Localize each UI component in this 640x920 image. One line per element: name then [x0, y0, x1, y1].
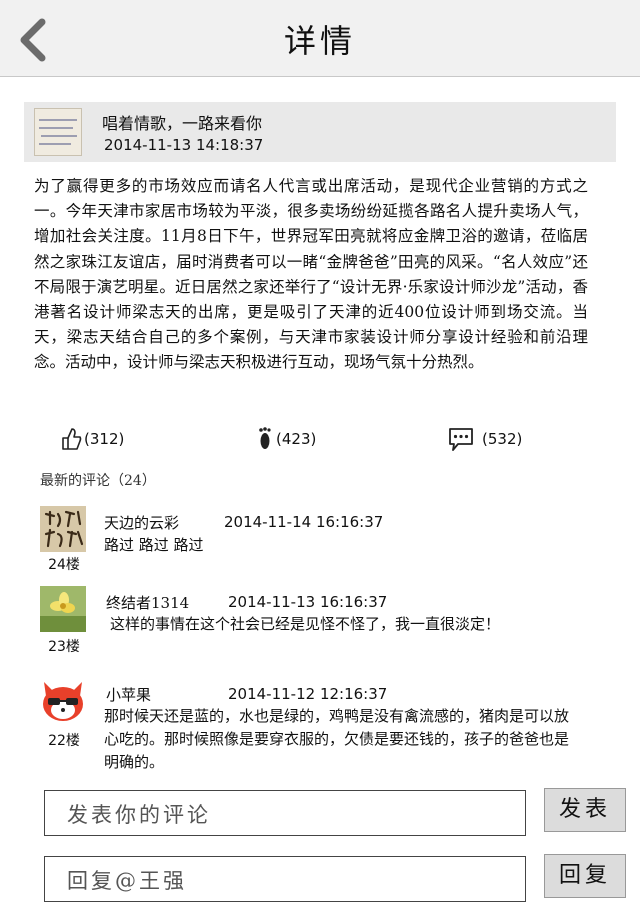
commenter-avatar[interactable] [40, 586, 86, 632]
commenter-avatar[interactable] [40, 506, 86, 552]
footprint-button[interactable]: (423) [256, 424, 316, 454]
comment-time: 2014-11-14 16:16:37 [224, 513, 384, 531]
comment-count: (532) [482, 430, 523, 448]
comment-text: 路过 路过 路过 [104, 536, 204, 554]
author-avatar[interactable] [34, 108, 82, 156]
post-author[interactable]: 唱着情歌，一路来看你 [102, 110, 262, 134]
comment-text: 这样的事情在这个社会已经是见怪不怪了，我一直很淡定！ [110, 615, 501, 633]
article-body: 为了赢得更多的市场效应而请名人代言或出席活动，是现代企业营销的方式之一。今年天津… [34, 177, 588, 372]
like-button[interactable]: (312) [60, 424, 124, 454]
comment-item: 24楼 天边的云彩 2014-11-14 16:16:37 路过 路过 路过 [0, 506, 640, 576]
thumbs-up-icon [62, 428, 82, 450]
fox-avatar-icon [40, 678, 86, 724]
comment-text: 那时候天还是蓝的，水也是绿的，鸡鸭是没有禽流感的，猪肉是可以放心吃的。那时候照像… [104, 707, 570, 771]
comment-time: 2014-11-13 16:16:37 [228, 593, 388, 611]
comment-user[interactable]: 天边的云彩 [104, 512, 179, 533]
comment-user[interactable]: 小苹果 [106, 684, 151, 705]
comment-floor: 22楼 [48, 733, 80, 749]
footprint-count: (423) [276, 430, 317, 448]
stats-bar: (312) (423) (532) [0, 424, 640, 458]
post-time: 2014-11-13 14:18:37 [104, 136, 264, 154]
page-title: 详情 [283, 22, 356, 60]
comments-heading: 最新的评论（24） [40, 473, 156, 489]
comment-floor: 23楼 [48, 639, 80, 655]
flower-avatar-icon [40, 586, 86, 632]
post-header: 唱着情歌，一路来看你 2014-11-13 14:18:37 [24, 102, 616, 162]
comment-item: 22楼 小苹果 2014-11-12 12:16:37 那时候天还是蓝的，水也是… [0, 678, 640, 771]
comment-count-button[interactable]: (532) [448, 424, 522, 454]
commenter-avatar[interactable] [40, 678, 86, 724]
comment-time: 2014-11-12 12:16:37 [228, 685, 388, 703]
submit-comment-button[interactable]: 发表 [544, 788, 626, 832]
comment-bubble-icon [449, 428, 473, 451]
comment-user[interactable]: 终结者1314 [106, 592, 189, 613]
comment-floor: 24楼 [48, 557, 80, 573]
calligraphy-avatar-icon [40, 506, 86, 552]
nav-bar: 详情 [0, 0, 640, 77]
like-count: (312) [84, 430, 125, 448]
footprint-icon [259, 427, 271, 449]
reply-button[interactable]: 回复 [544, 854, 626, 898]
reply-input[interactable]: 回复@王强 [44, 856, 526, 902]
comment-input[interactable]: 发表你的评论 [44, 790, 526, 836]
comment-item: 23楼 终结者1314 2014-11-13 16:16:37 这样的事情在这个… [0, 586, 640, 660]
